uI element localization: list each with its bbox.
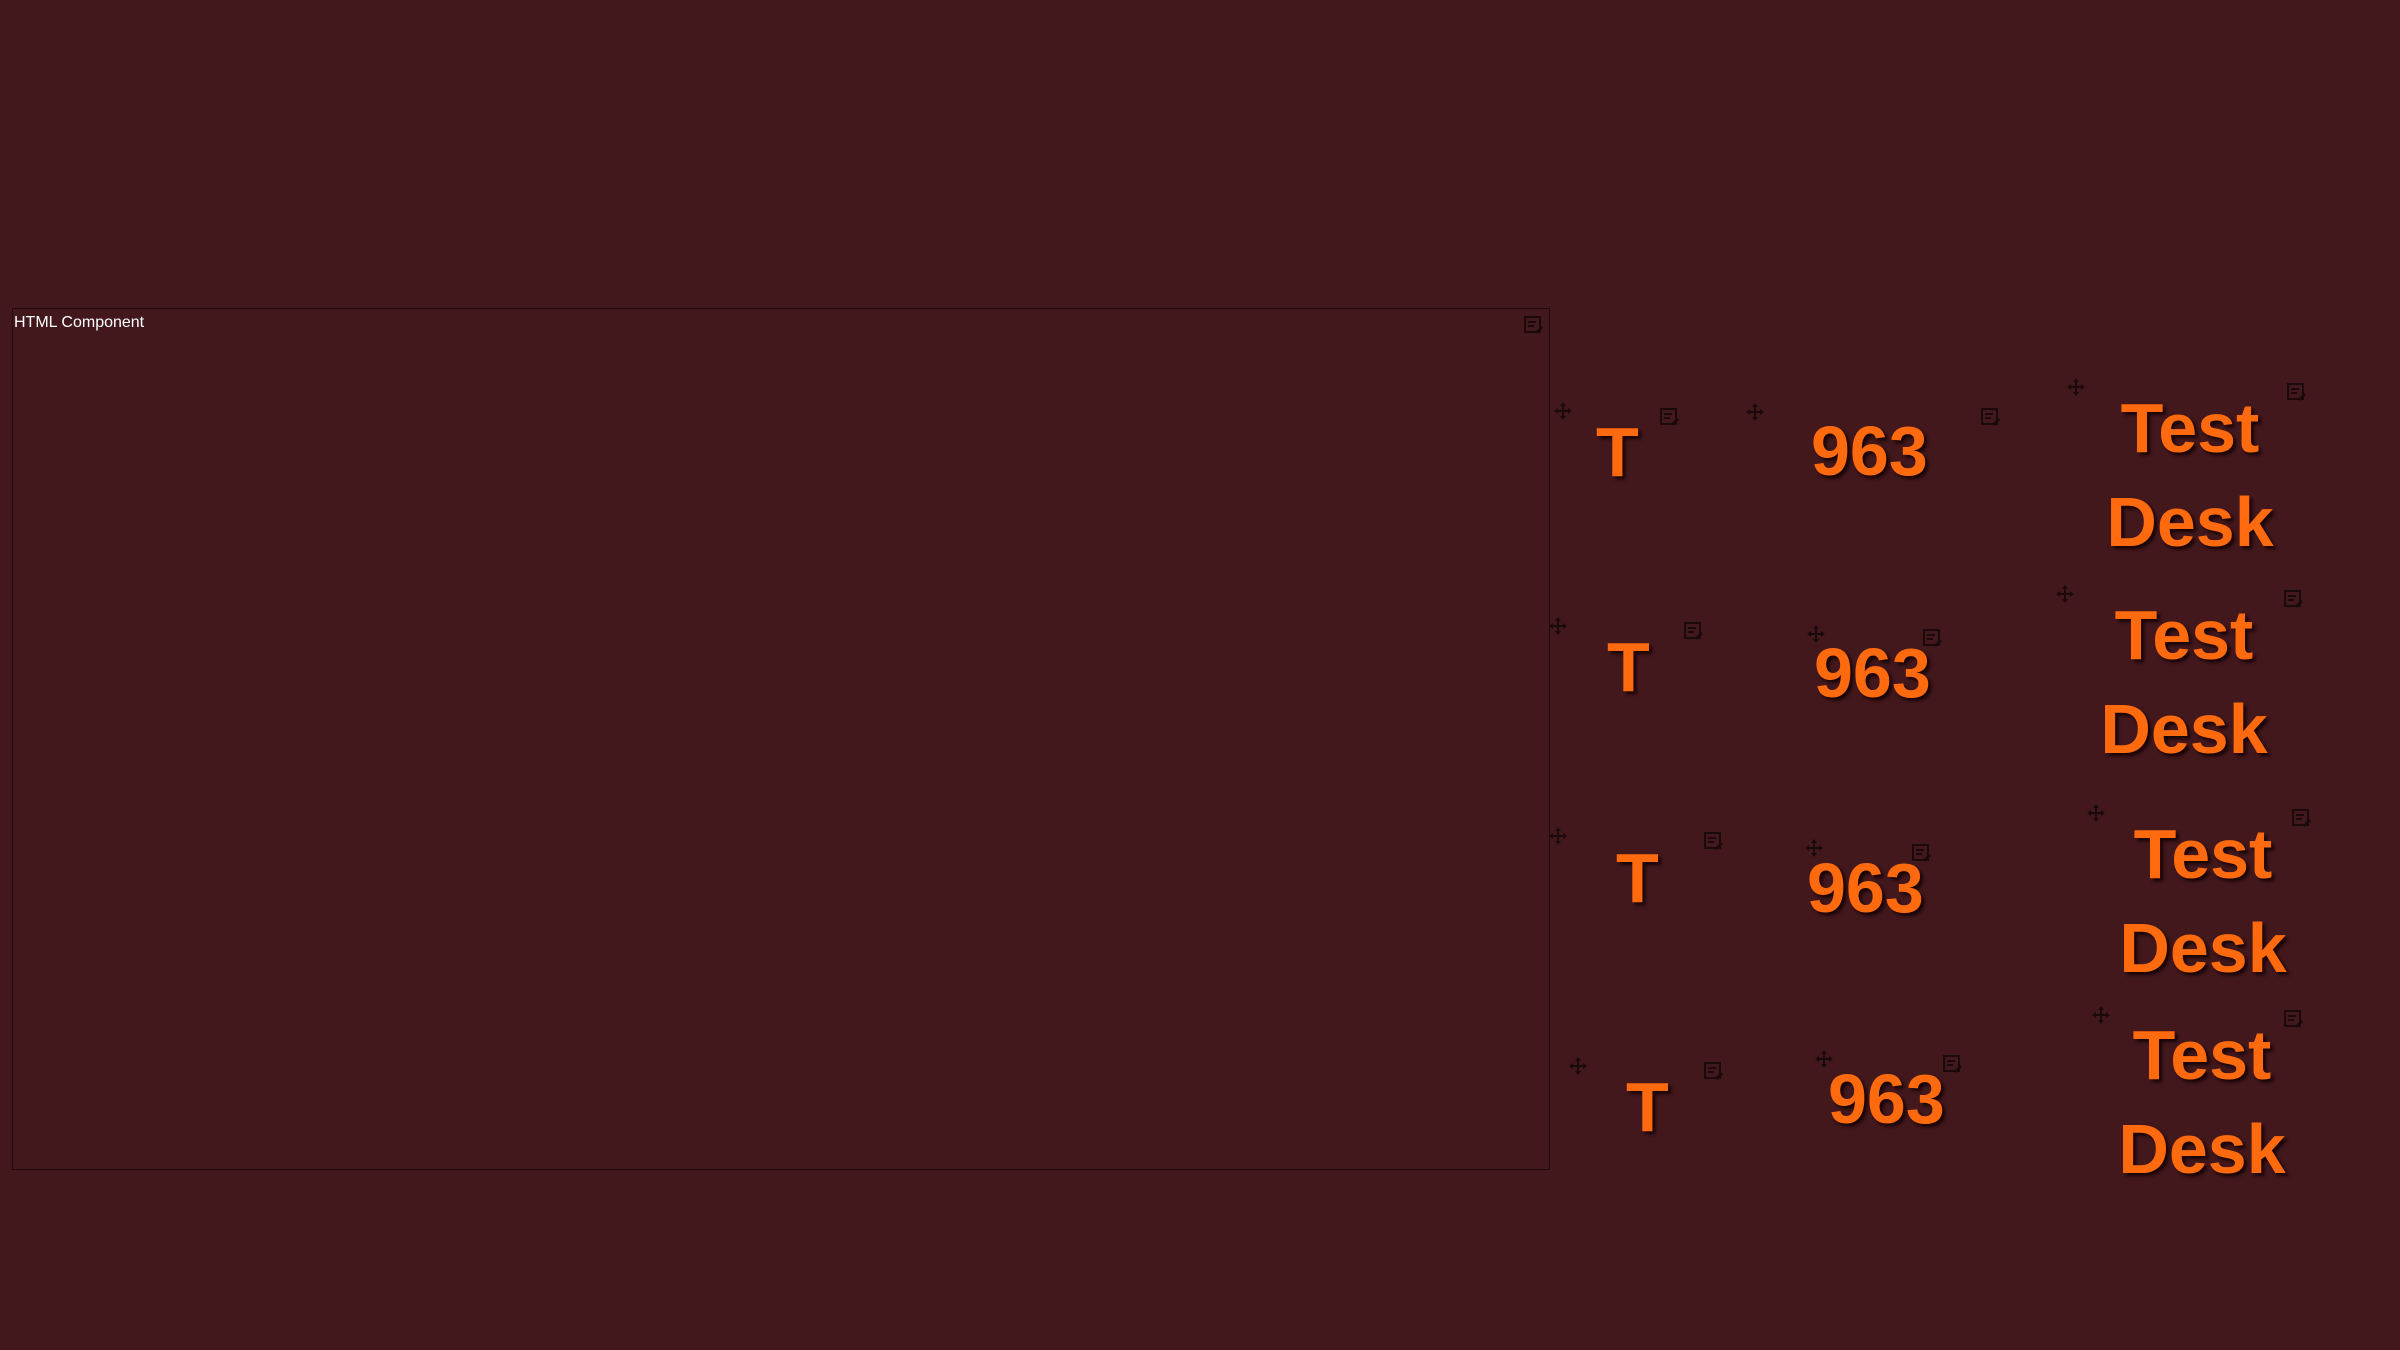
- widget-text-line-2: Desk: [2118, 1110, 2286, 1188]
- edit-icon[interactable]: [1703, 1061, 1723, 1081]
- widget-text-line-1: Test: [2114, 596, 2254, 674]
- widget-text-test-desk[interactable]: Test Desk: [2082, 1015, 2322, 1203]
- widget-text-number[interactable]: 963: [1807, 848, 1924, 928]
- edit-icon[interactable]: [2283, 589, 2303, 609]
- move-icon[interactable]: [1553, 401, 1573, 421]
- edit-icon[interactable]: [2291, 808, 2311, 828]
- widget-text-line-2: Desk: [2106, 483, 2274, 561]
- move-icon[interactable]: [1568, 1056, 1588, 1076]
- edit-icon[interactable]: [1523, 315, 1543, 335]
- edit-icon[interactable]: [1942, 1054, 1962, 1074]
- widget-text-letter[interactable]: T: [1607, 627, 1650, 707]
- widget-text-test-desk[interactable]: Test Desk: [2064, 595, 2304, 783]
- edit-icon[interactable]: [1922, 628, 1942, 648]
- edit-icon[interactable]: [1980, 407, 2000, 427]
- html-component[interactable]: HTML Component: [12, 308, 1550, 1170]
- move-icon[interactable]: [1548, 826, 1568, 846]
- widget-text-number[interactable]: 963: [1811, 411, 1928, 491]
- edit-icon[interactable]: [2286, 382, 2306, 402]
- widget-text-line-1: Test: [2133, 815, 2273, 893]
- widget-text-line-1: Test: [2132, 1016, 2272, 1094]
- widget-text-number[interactable]: 963: [1814, 633, 1931, 713]
- widget-text-letter[interactable]: T: [1596, 412, 1639, 492]
- widget-text-letter[interactable]: T: [1626, 1067, 1669, 1147]
- widget-text-line-2: Desk: [2119, 909, 2287, 987]
- move-icon[interactable]: [1548, 616, 1568, 636]
- widget-text-line-2: Desk: [2100, 690, 2268, 768]
- widget-text-test-desk[interactable]: Test Desk: [2083, 814, 2323, 1002]
- canvas: HTML Component T 963 Test Desk T 963 Tes…: [0, 0, 2400, 1350]
- widget-text-line-1: Test: [2120, 389, 2260, 467]
- edit-icon[interactable]: [2283, 1009, 2303, 1029]
- widget-text-number[interactable]: 963: [1828, 1059, 1945, 1139]
- edit-icon[interactable]: [1703, 831, 1723, 851]
- html-component-label: HTML Component: [14, 314, 145, 331]
- move-icon[interactable]: [1745, 402, 1765, 422]
- edit-icon[interactable]: [1911, 843, 1931, 863]
- widget-text-test-desk[interactable]: Test Desk: [2070, 388, 2310, 576]
- edit-icon[interactable]: [1683, 621, 1703, 641]
- widget-text-letter[interactable]: T: [1616, 838, 1659, 918]
- edit-icon[interactable]: [1659, 407, 1679, 427]
